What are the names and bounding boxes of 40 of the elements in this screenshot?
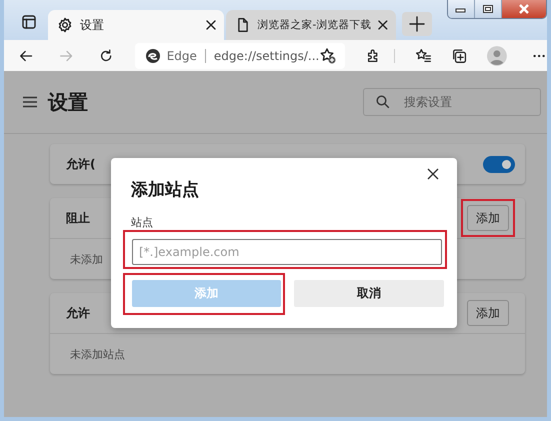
add-favorite-icon[interactable] [319, 46, 338, 64]
maximize-icon [482, 4, 494, 14]
site-input-field[interactable]: [*.]example.com [132, 239, 442, 265]
maximize-button[interactable] [475, 0, 502, 18]
gear-icon [57, 17, 73, 33]
empty-list-text: 未添加站点 [70, 346, 125, 362]
site-label: Edge [166, 48, 197, 62]
section-label: 阻止 [66, 210, 90, 226]
collections-icon[interactable] [450, 46, 467, 64]
menu-icon[interactable] [22, 96, 38, 108]
minimize-button[interactable] [448, 0, 475, 18]
browser-tab[interactable]: 设置 [48, 10, 224, 40]
section-label: 允许 [66, 304, 90, 322]
search-placeholder: 搜索设置 [404, 94, 452, 110]
close-icon[interactable] [427, 168, 439, 180]
close-button[interactable] [502, 0, 546, 18]
close-icon[interactable] [206, 20, 216, 30]
add-button[interactable]: 添加 [467, 205, 509, 231]
toggle-switch[interactable] [483, 156, 515, 172]
profile-avatar-icon[interactable] [486, 44, 507, 66]
tab-actions-icon[interactable] [22, 15, 36, 29]
search-icon [376, 95, 390, 109]
document-icon [235, 17, 251, 33]
tab-title: 设置 [80, 16, 105, 34]
empty-list-text: 未添加 [70, 252, 103, 266]
address-bar[interactable]: Edge edge://settings/... [134, 42, 346, 68]
favorites-icon[interactable] [414, 46, 431, 64]
close-icon [518, 4, 530, 14]
url-text: edge://settings/... [214, 48, 320, 62]
field-label: 站点 [131, 215, 154, 230]
page-title: 设置 [48, 88, 89, 116]
close-icon[interactable] [378, 20, 388, 30]
tab-title: 浏览器之家-浏览器下载 [258, 18, 372, 32]
browser-tab[interactable]: 浏览器之家-浏览器下载 [226, 10, 396, 40]
new-tab-icon[interactable] [402, 12, 432, 36]
cancel-button[interactable]: 取消 [294, 280, 444, 307]
edge-logo-icon [144, 48, 161, 64]
dialog-title: 添加站点 [131, 179, 199, 201]
add-button[interactable]: 添加 [467, 300, 509, 326]
section-label: 允许( [66, 156, 96, 172]
